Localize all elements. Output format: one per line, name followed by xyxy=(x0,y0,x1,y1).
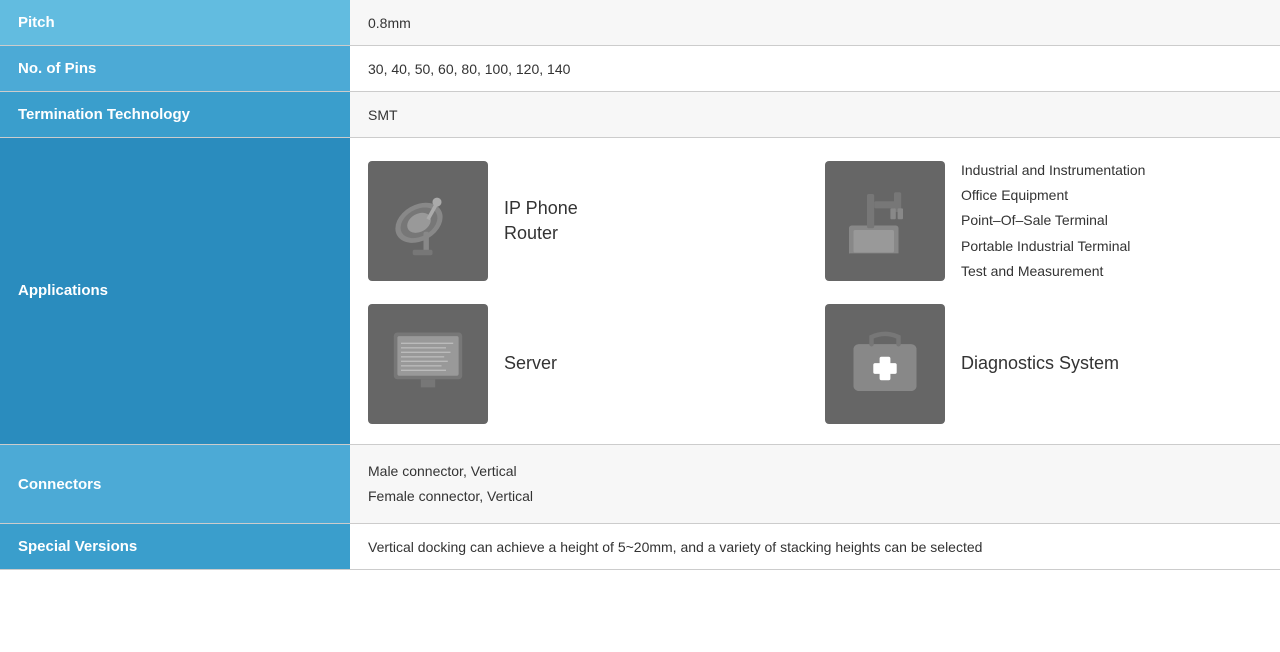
app-item-industrial: Industrial and Instrumentation Office Eq… xyxy=(825,158,1262,284)
industrial-list: Industrial and Instrumentation Office Eq… xyxy=(961,158,1145,284)
connector-line1: Male connector, Vertical xyxy=(368,463,517,479)
applications-label: Applications xyxy=(0,138,350,445)
server-icon xyxy=(368,304,488,424)
connectors-value: Male connector, Vertical Female connecto… xyxy=(350,444,1280,523)
connector-line2: Female connector, Vertical xyxy=(368,488,533,504)
diagnostics-icon xyxy=(825,304,945,424)
satellite-dish-icon xyxy=(368,161,488,281)
applications-content: IP PhoneRouter xyxy=(350,138,1280,445)
app-item-phone: IP PhoneRouter xyxy=(368,158,805,284)
connectors-label: Connectors xyxy=(0,444,350,523)
special-value: Vertical docking can achieve a height of… xyxy=(350,524,1280,570)
diagnostics-label: Diagnostics System xyxy=(961,351,1119,376)
pins-value: 30, 40, 50, 60, 80, 100, 120, 140 xyxy=(350,46,1280,92)
termination-value: SMT xyxy=(350,92,1280,138)
special-label: Special Versions xyxy=(0,524,350,570)
app-item-diagnostics: Diagnostics System xyxy=(825,304,1262,424)
industrial-icon xyxy=(825,161,945,281)
pins-label: No. of Pins xyxy=(0,46,350,92)
phone-router-label: IP PhoneRouter xyxy=(504,196,578,246)
pitch-label: Pitch xyxy=(0,0,350,46)
termination-label: Termination Technology xyxy=(0,92,350,138)
app-item-server: Server xyxy=(368,304,805,424)
server-label: Server xyxy=(504,351,557,376)
pitch-value: 0.8mm xyxy=(350,0,1280,46)
